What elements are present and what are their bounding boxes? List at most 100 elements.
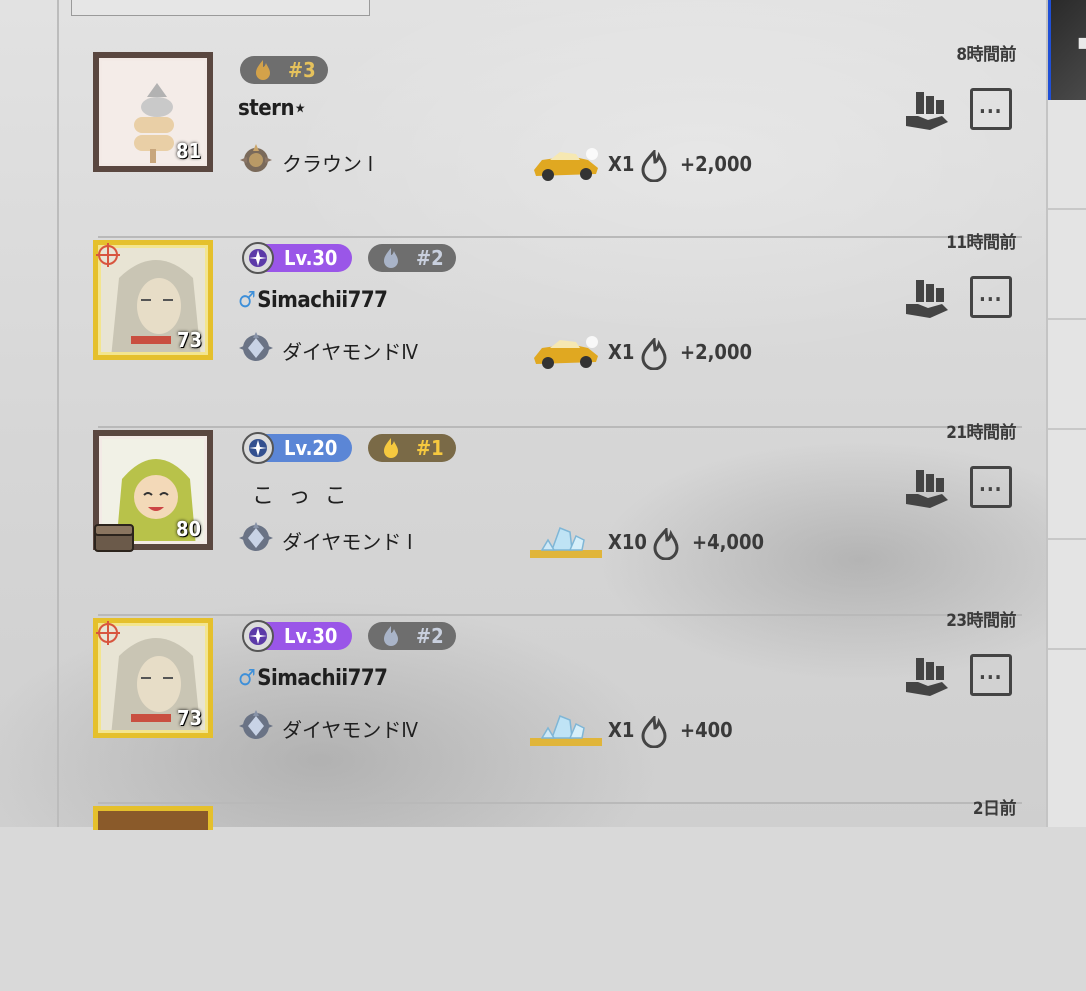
fire-icon [384,626,398,646]
timestamp: 23時間前 [946,611,1016,631]
crystal-icon [530,715,602,746]
fire-icon [641,150,667,182]
level-emblem-icon [242,242,274,274]
rank-title: ダイヤモンド Ⅰ [282,530,413,554]
fire-rank: #2 [416,246,444,270]
player-name[interactable]: ♂Simachii777 [238,288,388,313]
avatar[interactable] [93,806,213,830]
dots: ··· [979,665,1003,689]
timestamp: 11時間前 [946,233,1016,253]
right-panel-header: ▪ [1048,0,1086,100]
avatar-level: 73 [176,328,202,352]
avatar-level: 81 [175,139,201,163]
fire-rank: #1 [416,436,444,460]
right-panel-item[interactable] [1048,100,1086,210]
feed-item: 23時間前 73 Lv.30 #2 ♂Simachii777 ダイヤモンドⅣ X… [90,611,1030,803]
reward-quantity: X1 [608,718,635,742]
fire-rank: #3 [288,58,316,82]
fire-rank-badge: #2 [368,622,456,650]
player-name[interactable]: ♂Simachii777 [238,666,388,691]
actions: ··· [902,86,1022,136]
menu-icon[interactable]: ··· [970,654,1012,696]
player-name[interactable]: stern⋆ [238,96,306,121]
feed-item: 2日前 [90,799,1030,991]
yellow-car-icon [534,336,598,369]
menu-icon[interactable]: ··· [970,88,1012,130]
hand-icon[interactable] [902,274,952,322]
level-label: Lv.20 [284,436,338,460]
timestamp: 21時間前 [946,423,1016,443]
avatar[interactable]: 73 [93,240,213,360]
rank-title: ダイヤモンドⅣ [282,340,419,364]
timestamp: 8時間前 [956,45,1016,65]
fire-rank-badge: #3 [240,56,328,84]
fire-rank: #2 [416,624,444,648]
avatar[interactable]: 80 [93,430,213,552]
fire-icon [384,248,398,268]
reward-points: +2,000 [680,152,752,176]
reward-quantity: X10 [608,530,647,554]
reward-points: +400 [680,718,733,742]
fire-icon [384,438,398,458]
fire-icon [256,60,270,80]
reward-quantity: X1 [608,340,635,364]
right-panel-glyph: ▪ [1077,30,1086,55]
actions: ··· [902,464,1022,514]
menu-icon[interactable]: ··· [970,466,1012,508]
dots: ··· [979,287,1003,311]
dots: ··· [979,477,1003,501]
avatar[interactable]: 73 [93,618,213,738]
reward-points: +4,000 [692,530,764,554]
level-label: Lv.30 [284,246,338,270]
feed-item: 8時間前 81 #3 stern⋆ クラウン Ⅰ X1 +2,000 ··· [90,45,1030,237]
right-panel-item[interactable] [1048,320,1086,430]
level-badge: Lv.20 [240,432,352,464]
fire-rank-badge: #2 [368,244,456,272]
fire-icon [653,528,679,560]
divider [98,614,1022,616]
player-name-text: Simachii777 [257,288,388,313]
diamond-rank-icon [239,522,273,551]
divider [98,802,1022,804]
yellow-car-icon [534,148,598,181]
gender-icon: ♂ [238,666,256,691]
feed-item: 21時間前 80 Lv.20 #1 こ っ こ ダイヤモンド Ⅰ X10 +4,… [90,423,1030,615]
level-emblem-icon [242,620,274,652]
hand-icon[interactable] [902,652,952,700]
reward-quantity: X1 [608,152,635,176]
menu-icon[interactable]: ··· [970,276,1012,318]
target-icon [96,243,120,267]
level-label: Lv.30 [284,624,338,648]
treasure-box-icon [94,524,134,552]
crystal-icon [530,527,602,558]
divider [98,426,1022,428]
reward-points: +2,000 [680,340,752,364]
hand-icon[interactable] [902,86,952,134]
actions: ··· [902,274,1022,324]
left-border [57,0,59,827]
top-frame [71,0,370,16]
rank-title: クラウン Ⅰ [282,152,374,176]
right-side-panel: ▪ [1046,0,1086,827]
fire-icon [641,716,667,748]
hand-icon[interactable] [902,464,952,512]
level-badge: Lv.30 [240,620,352,652]
target-icon [96,621,120,645]
right-panel-item[interactable] [1048,430,1086,540]
avatar[interactable]: 81 [93,52,213,172]
fire-rank-badge: #1 [368,434,456,462]
divider [98,236,1022,238]
actions: ··· [902,652,1022,702]
avatar-level: 80 [175,517,201,541]
fire-icon [641,338,667,370]
rank-title: ダイヤモンドⅣ [282,718,419,742]
level-emblem-icon [242,432,274,464]
gender-icon: ♂ [238,288,256,313]
player-name[interactable]: こ っ こ [252,478,351,510]
diamond-rank-icon [239,710,273,739]
feed-item: 11時間前 73 Lv.30 #2 ♂Simachii777 ダイヤモンドⅣ X… [90,233,1030,425]
right-panel-item[interactable] [1048,210,1086,320]
avatar-level: 73 [176,706,202,730]
right-panel-item[interactable] [1048,540,1086,650]
dots: ··· [979,99,1003,123]
